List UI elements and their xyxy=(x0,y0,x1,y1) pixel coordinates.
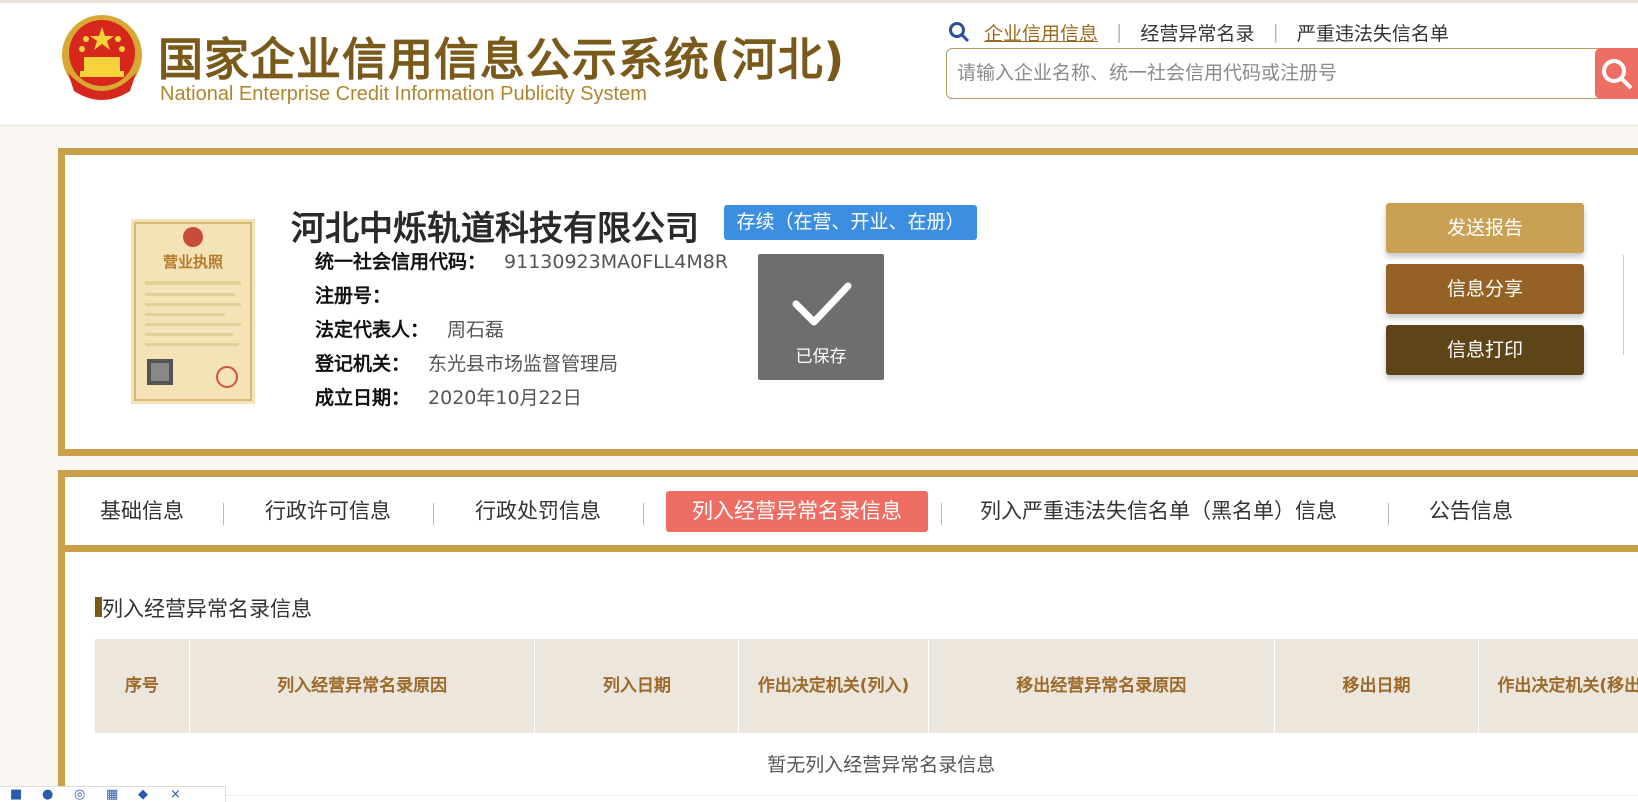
send-report-button[interactable]: 发送报告 xyxy=(1386,203,1584,253)
search-icon xyxy=(1601,58,1632,89)
table-header-row: 序号 列入经营异常名录原因 列入日期 作出决定机关(列入) 移出经营异常名录原因… xyxy=(95,639,1638,733)
top-navigation: 企业信用信息 | 经营异常名录 | 严重违法失信名单 xyxy=(948,19,1449,45)
section-title: 列入经营异常名录信息 xyxy=(102,597,312,621)
abnormal-list-table: 序号 列入经营异常名录原因 列入日期 作出决定机关(列入) 移出经营异常名录原因… xyxy=(95,639,1638,796)
tab-separator xyxy=(433,503,434,525)
info-row-legal-rep: 法定代表人： 周石磊 xyxy=(315,315,504,342)
column-header: 列入日期 xyxy=(534,639,740,733)
table-row: 暂无列入经营异常名录信息 xyxy=(95,733,1638,796)
tab-blacklist[interactable]: 列入严重违法失信名单（黑名单）信息 xyxy=(980,491,1337,532)
nav-separator: | xyxy=(1272,21,1279,43)
tab-separator xyxy=(1388,503,1389,525)
site-header: 国家企业信用信息公示系统(河北) National Enterprise Cre… xyxy=(0,0,1638,126)
column-header: 移出日期 xyxy=(1274,639,1480,733)
info-key: 统一社会信用代码： xyxy=(315,251,487,273)
info-key: 登记机关： xyxy=(315,353,411,375)
business-license-image: 营业执照 xyxy=(131,219,255,404)
search-input[interactable] xyxy=(947,49,1587,97)
close-icon[interactable]: × xyxy=(170,787,192,802)
share-info-button[interactable]: 信息分享 xyxy=(1386,264,1584,314)
tab-separator xyxy=(643,503,644,525)
scrollbar[interactable] xyxy=(1623,255,1638,355)
browser-tool-strip: ■ ● ◎ ▦ ◆ × xyxy=(0,786,226,802)
tab-abnormal-list[interactable]: 列入经营异常名录信息 xyxy=(666,491,928,532)
company-name: 河北中烁轨道科技有限公司 xyxy=(291,209,699,249)
nav-blacklist-link[interactable]: 严重违法失信名单 xyxy=(1297,19,1449,46)
tab-separator xyxy=(223,503,224,525)
print-info-button[interactable]: 信息打印 xyxy=(1386,325,1584,375)
column-header: 作出决定机关(列入) xyxy=(738,639,929,733)
tool-icon[interactable]: ● xyxy=(42,787,64,802)
info-row-founded-date: 成立日期： 2020年10月22日 xyxy=(315,383,582,410)
section-marker xyxy=(95,597,102,617)
nav-abnormal-list-link[interactable]: 经营异常名录 xyxy=(1140,19,1254,46)
tab-basic-info[interactable]: 基础信息 xyxy=(100,491,184,532)
tab-separator xyxy=(941,503,942,525)
info-row-registry-authority: 登记机关： 东光县市场监督管理局 xyxy=(315,349,618,376)
column-header: 作出决定机关(移出) xyxy=(1478,639,1638,733)
tab-announcements[interactable]: 公告信息 xyxy=(1429,491,1513,532)
info-value: 2020年10月22日 xyxy=(428,387,582,409)
tool-icon[interactable]: ◎ xyxy=(74,787,96,802)
info-key: 成立日期： xyxy=(315,387,411,409)
nav-enterprise-credit-link[interactable]: 企业信用信息 xyxy=(984,19,1098,46)
column-header: 移出经营异常名录原因 xyxy=(928,639,1275,733)
column-header: 列入经营异常名录原因 xyxy=(189,639,536,733)
info-key: 注册号： xyxy=(315,285,392,307)
tool-icon[interactable]: ■ xyxy=(10,787,32,802)
column-header: 序号 xyxy=(95,639,190,733)
tabs-bar: 基础信息 行政许可信息 行政处罚信息 列入经营异常名录信息 列入严重违法失信名单… xyxy=(65,477,1638,552)
info-tabs-panel: 基础信息 行政许可信息 行政处罚信息 列入经营异常名录信息 列入严重违法失信名单… xyxy=(58,470,1638,802)
tool-icon[interactable]: ▦ xyxy=(106,787,128,802)
saved-indicator[interactable]: 已保存 xyxy=(758,254,884,380)
info-value: 91130923MA0FLL4M8R xyxy=(504,251,729,273)
search-box xyxy=(946,48,1626,99)
saved-label: 已保存 xyxy=(795,347,847,367)
license-title: 营业执照 xyxy=(163,253,223,271)
info-value: 周石磊 xyxy=(447,319,505,341)
tab-admin-penalty[interactable]: 行政处罚信息 xyxy=(475,491,601,532)
info-row-credit-code: 统一社会信用代码： 91130923MA0FLL4M8R xyxy=(315,247,728,274)
tab-admin-license[interactable]: 行政许可信息 xyxy=(265,491,391,532)
site-title: 国家企业信用信息公示系统(河北) xyxy=(158,33,846,86)
info-row-reg-number: 注册号： xyxy=(315,281,409,308)
search-button[interactable] xyxy=(1595,48,1638,99)
company-card: 营业执照 河北中烁轨道科技有限公司 存续（在营、开业、在册） 统一社会信用代码：… xyxy=(58,148,1638,456)
info-value: 东光县市场监督管理局 xyxy=(428,353,619,375)
info-key: 法定代表人： xyxy=(315,319,430,341)
empty-state-text: 暂无列入经营异常名录信息 xyxy=(95,733,1638,796)
national-emblem-icon xyxy=(62,15,142,100)
checkmark-icon xyxy=(792,282,852,326)
status-badge: 存续（在营、开业、在册） xyxy=(724,205,977,240)
tool-icon[interactable]: ◆ xyxy=(138,787,160,802)
nav-separator: | xyxy=(1116,21,1123,43)
site-subtitle: National Enterprise Credit Information P… xyxy=(160,83,647,105)
search-icon xyxy=(949,22,970,43)
